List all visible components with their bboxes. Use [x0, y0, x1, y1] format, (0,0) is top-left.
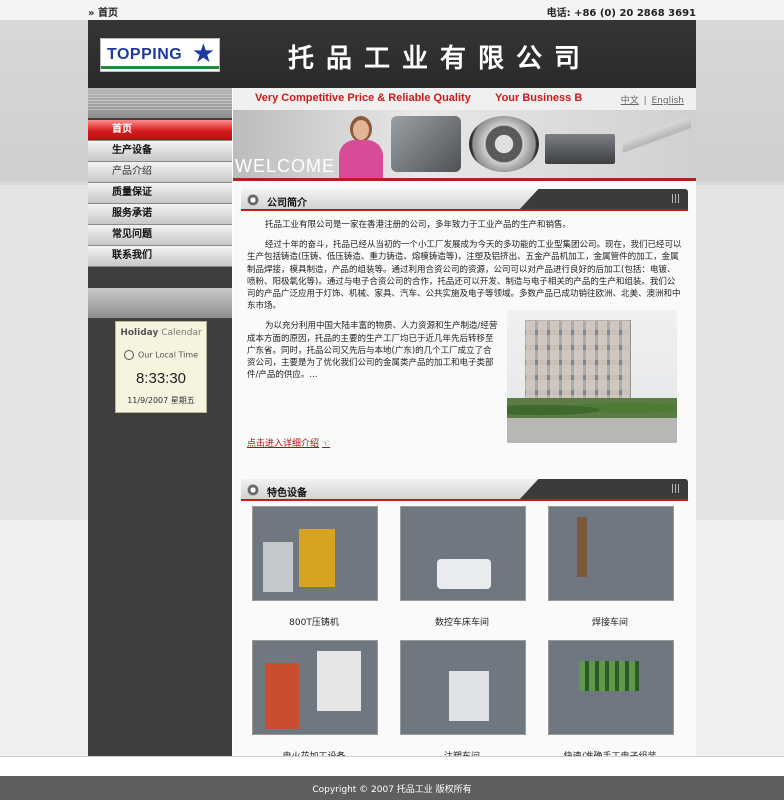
copyright-text: Copyright © 2007 托品工业 版权所有 — [312, 785, 472, 795]
page-container: TOPPING ★ 托品工业有限公司 首页 生产设备 产品介绍 质量保证 服务承… — [88, 20, 696, 762]
equipment-item[interactable]: 焊接车间 — [548, 506, 674, 628]
sidebar-divider — [88, 288, 232, 318]
equipment-item[interactable]: 数控车床车间 — [400, 506, 526, 628]
site-header: TOPPING ★ 托品工业有限公司 — [88, 20, 696, 88]
footer-spacer — [0, 756, 784, 777]
equipment-photo[interactable] — [400, 506, 526, 601]
intro-paragraph: 经过十年的奋斗，托品已经从当初的一个小工厂发展成为今天的多功能的工业型集团公司。… — [247, 240, 682, 312]
lang-english-link[interactable]: English — [652, 96, 685, 106]
main-menu: 首页 生产设备 产品介绍 质量保证 服务承诺 常见问题 联系我们 — [88, 120, 232, 267]
holiday-calendar-widget[interactable]: Holiday Calendar Our Local Time 8:33:30 … — [115, 321, 207, 413]
clock-icon — [124, 350, 134, 360]
intro-paragraph: 为以充分利用中国大陆丰富的物质、人力资源和生产制造/经营成本方面的原因，托品的主… — [247, 321, 498, 381]
grip-icon: ||| — [670, 194, 680, 204]
factory-building-image — [507, 310, 677, 443]
logo-text: TOPPING — [107, 46, 183, 63]
gear-part-image — [469, 116, 539, 172]
equipment-photo[interactable] — [548, 640, 674, 735]
section-header-equipment: 特色设备 ||| — [241, 479, 688, 501]
local-time-label: Our Local Time — [124, 350, 198, 360]
welcome-text: WELCOME — [235, 156, 336, 176]
company-logo[interactable]: TOPPING ★ — [100, 38, 220, 72]
lang-chinese-link[interactable]: 中文 — [621, 96, 639, 106]
local-time: 8:33:30 — [135, 370, 187, 387]
star-icon: ★ — [191, 39, 215, 69]
bullet-icon — [247, 194, 259, 206]
menu-item-faq[interactable]: 常见问题 — [88, 225, 232, 246]
calendar-title: Holiday Calendar — [120, 328, 202, 338]
lang-separator: | — [643, 96, 647, 106]
equipment-photo[interactable] — [548, 506, 674, 601]
sidebar: 首页 生产设备 产品介绍 质量保证 服务承诺 常见问题 联系我们 Holiday… — [88, 88, 232, 756]
equipment-caption: 焊接车间 — [591, 618, 628, 628]
equipment-photo[interactable] — [252, 506, 378, 601]
slogan-bar: Very Competitive Price & Reliable Qualit… — [233, 88, 696, 110]
breadcrumb[interactable]: » 首页 — [88, 4, 118, 19]
section-title: 特色设备 — [267, 488, 307, 499]
menu-item-equipment[interactable]: 生产设备 — [88, 141, 232, 162]
top-bar: » 首页 电话: +86 (0) 20 2868 3691 — [88, 0, 696, 20]
menu-item-quality[interactable]: 质量保证 — [88, 183, 232, 204]
tubing-part-image — [623, 116, 691, 172]
bullet-icon — [247, 484, 259, 496]
scrolling-slogan: Very Competitive Price & Reliable Qualit… — [255, 92, 583, 104]
main-content: 公司简介 ||| 托品工业有限公司是一家在香港注册的公司，多年致力于工业产品的生… — [233, 181, 696, 762]
grip-icon: ||| — [670, 484, 680, 494]
hand-pointer-icon: ☜ — [322, 439, 331, 449]
phone-number: 电话: +86 (0) 20 2868 3691 — [546, 8, 696, 19]
company-name: 托品工业有限公司 — [288, 44, 593, 74]
casting-part-image — [391, 116, 461, 172]
sidebar-header — [88, 88, 232, 118]
receptionist-image — [333, 110, 389, 178]
logo-stripe — [101, 66, 219, 69]
equipment-item[interactable]: 快速/准确手工电子组装 — [548, 640, 674, 762]
section-title: 公司简介 — [267, 198, 307, 209]
menu-item-service[interactable]: 服务承诺 — [88, 204, 232, 225]
menu-item-products[interactable]: 产品介绍 — [88, 162, 232, 183]
intro-paragraph: 托品工业有限公司是一家在香港注册的公司，多年致力于工业产品的生产和销售。 — [265, 220, 572, 230]
equipment-item[interactable]: 电火花加工设备 — [252, 640, 378, 762]
product-banner: WELCOME — [233, 110, 696, 181]
extrusion-part-image — [545, 134, 615, 164]
equipment-photo[interactable] — [252, 640, 378, 735]
language-switch: 中文 | English — [621, 93, 684, 106]
equipment-photo[interactable] — [400, 640, 526, 735]
intro-more-link[interactable]: 点击进入详细介绍 ☜ — [247, 436, 330, 449]
section-header-intro: 公司简介 ||| — [241, 189, 688, 211]
equipment-caption: 数控车床车间 — [434, 618, 489, 628]
equipment-item[interactable]: 800T压铸机 — [252, 506, 378, 628]
equipment-caption: 800T压铸机 — [289, 618, 339, 628]
local-date: 11/9/2007 星期五 — [127, 396, 195, 405]
menu-item-home[interactable]: 首页 — [88, 120, 232, 141]
equipment-item[interactable]: 注塑车间 — [400, 640, 526, 762]
site-footer: Copyright © 2007 托品工业 版权所有 — [0, 776, 784, 800]
menu-item-contact[interactable]: 联系我们 — [88, 246, 232, 267]
